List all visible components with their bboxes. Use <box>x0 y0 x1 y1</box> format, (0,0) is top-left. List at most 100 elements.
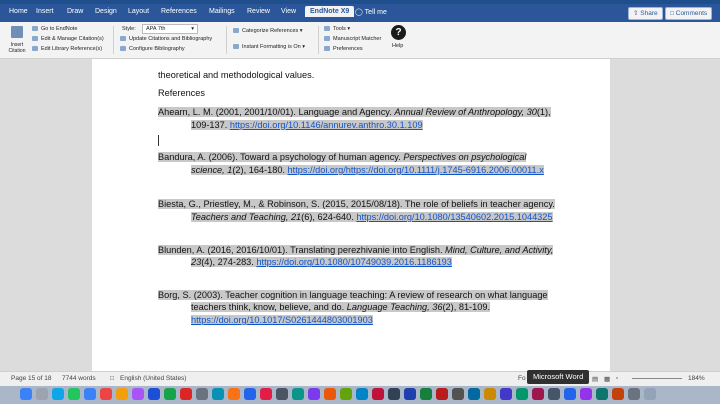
app-icon[interactable] <box>340 388 352 400</box>
app-icon[interactable] <box>388 388 400 400</box>
app-icon[interactable] <box>324 388 336 400</box>
app-icon[interactable] <box>452 388 464 400</box>
tools-label: Tools <box>333 26 346 32</box>
edit-library-references-button[interactable]: Edit Library Reference(s) <box>32 45 102 53</box>
word-app-icon[interactable] <box>148 388 160 400</box>
safari-icon[interactable] <box>52 388 64 400</box>
print-layout-icon[interactable]: ▦ <box>604 375 610 383</box>
trash-icon[interactable] <box>644 388 656 400</box>
ref-doi-link[interactable]: https://doi.org/10.1080/10749039.2016.11… <box>256 257 452 267</box>
comments-label: Comments <box>675 10 708 17</box>
tab-insert[interactable]: Insert <box>36 8 54 15</box>
ref-source: Teachers and Teaching, 21 <box>191 211 302 222</box>
tab-view[interactable]: View <box>281 8 296 15</box>
read-mode-icon[interactable]: ▤ <box>592 375 598 383</box>
app-icon[interactable] <box>356 388 368 400</box>
reference-entry[interactable]: Bandura, A. (2006). Toward a psychology … <box>158 151 558 176</box>
endnote-app-icon[interactable] <box>212 388 224 400</box>
reference-entry[interactable]: Biesta, G., Priestley, M., & Robinson, S… <box>158 198 558 223</box>
tab-review[interactable]: Review <box>247 8 270 15</box>
help-icon[interactable]: ? <box>391 25 406 40</box>
powerpoint-app-icon[interactable] <box>180 388 192 400</box>
document-area[interactable]: theoretical and methodological values. R… <box>0 59 720 371</box>
app-icon[interactable] <box>244 388 256 400</box>
chevron-down-icon: ▾ <box>347 26 351 32</box>
instant-formatting-button[interactable]: Instant Formatting is On ▾ <box>233 43 305 51</box>
app-icon[interactable] <box>500 388 512 400</box>
app-icon[interactable] <box>468 388 480 400</box>
mail-icon[interactable] <box>84 388 96 400</box>
edit-manage-citations-button[interactable]: Edit & Manage Citation(s) <box>32 35 104 43</box>
page-count[interactable]: Page 15 of 18 <box>11 375 51 382</box>
tab-draw[interactable]: Draw <box>67 8 83 15</box>
downloads-icon[interactable] <box>628 388 640 400</box>
app-icon[interactable] <box>564 388 576 400</box>
word-count[interactable]: 7744 words <box>62 375 96 382</box>
excel-app-icon[interactable] <box>164 388 176 400</box>
focus-mode-label[interactable]: Fo <box>518 375 526 382</box>
app-icon[interactable] <box>580 388 592 400</box>
formatting-icon <box>233 44 239 50</box>
configure-bibliography-label: Configure Bibliography <box>129 46 185 52</box>
go-to-endnote-button[interactable]: Go to EndNote <box>32 25 77 33</box>
app-icon[interactable] <box>292 388 304 400</box>
app-icon[interactable] <box>596 388 608 400</box>
document-body[interactable]: theoretical and methodological values. R… <box>158 69 558 327</box>
update-citations-button[interactable]: Update Citations and Bibliography <box>120 35 212 43</box>
categorize-references-button[interactable]: Categorize References ▾ <box>233 27 303 35</box>
app-icon[interactable] <box>228 388 240 400</box>
app-icon[interactable] <box>420 388 432 400</box>
settings-icon[interactable] <box>196 388 208 400</box>
tell-me-box[interactable]: ◯ Tell me <box>355 8 387 16</box>
app-icon[interactable] <box>372 388 384 400</box>
zoom-slider[interactable] <box>632 378 682 379</box>
language-indicator[interactable]: English (United States) <box>120 375 186 382</box>
spellcheck-icon[interactable]: □ <box>110 375 114 382</box>
calendar-icon[interactable] <box>100 388 112 400</box>
app-icon[interactable] <box>404 388 416 400</box>
podcasts-icon[interactable] <box>132 388 144 400</box>
launchpad-icon[interactable] <box>36 388 48 400</box>
reference-entry[interactable]: Ahearn, L. M. (2001, 2001/10/01). Langua… <box>158 106 558 131</box>
app-icon[interactable] <box>276 388 288 400</box>
share-button[interactable]: ⇧ Share <box>628 7 663 20</box>
app-icon[interactable] <box>484 388 496 400</box>
intro-line: theoretical and methodological values. <box>158 70 315 80</box>
insert-citation-button[interactable] <box>8 26 28 40</box>
photos-icon[interactable] <box>116 388 128 400</box>
ref-doi-link[interactable]: https://doi.org/10.1017/S026144480300190… <box>191 315 373 325</box>
tab-home[interactable]: Home <box>9 8 28 15</box>
app-icon[interactable] <box>516 388 528 400</box>
web-layout-icon[interactable]: ▫ <box>616 375 618 382</box>
app-icon[interactable] <box>532 388 544 400</box>
app-icon[interactable] <box>308 388 320 400</box>
reference-entry[interactable]: Borg, S. (2003). Teacher cognition in la… <box>158 289 558 327</box>
tab-mailings[interactable]: Mailings <box>209 8 235 15</box>
reference-entry[interactable]: Blunden, A. (2016, 2016/10/01). Translat… <box>158 244 558 269</box>
app-icon[interactable] <box>548 388 560 400</box>
messages-icon[interactable] <box>68 388 80 400</box>
tab-design[interactable]: Design <box>95 8 117 15</box>
ref-doi-link[interactable]: https://doi.org/https://doi.org/10.1111/… <box>288 165 544 175</box>
ref-doi-link[interactable]: https://doi.org/10.1146/annurev.anthro.3… <box>230 120 423 130</box>
tab-references[interactable]: References <box>161 8 197 15</box>
preferences-button[interactable]: Preferences <box>324 45 363 53</box>
configure-bibliography-button[interactable]: Configure Bibliography <box>120 45 185 53</box>
finder-icon[interactable] <box>20 388 32 400</box>
style-value: APA 7th <box>146 26 166 32</box>
app-icon[interactable] <box>260 388 272 400</box>
tab-endnote[interactable]: EndNote X9 <box>305 6 355 17</box>
style-dropdown[interactable]: APA 7th ▾ <box>142 24 198 34</box>
tab-layout[interactable]: Layout <box>128 8 149 15</box>
app-icon[interactable] <box>436 388 448 400</box>
tools-button[interactable]: Tools ▾ <box>324 25 350 33</box>
app-icon[interactable] <box>612 388 624 400</box>
zoom-level[interactable]: 184% <box>688 375 705 382</box>
insert-citation-label: Insert Citation <box>8 42 26 54</box>
document-page[interactable]: theoretical and methodological values. R… <box>92 59 610 371</box>
comments-button[interactable]: □ Comments <box>665 7 713 20</box>
library-icon <box>32 46 38 52</box>
refresh-icon <box>120 36 126 42</box>
manuscript-matcher-button[interactable]: Manuscript Matcher <box>324 35 381 43</box>
ref-doi-link[interactable]: https://doi.org/10.1080/13540602.2015.10… <box>356 212 552 222</box>
